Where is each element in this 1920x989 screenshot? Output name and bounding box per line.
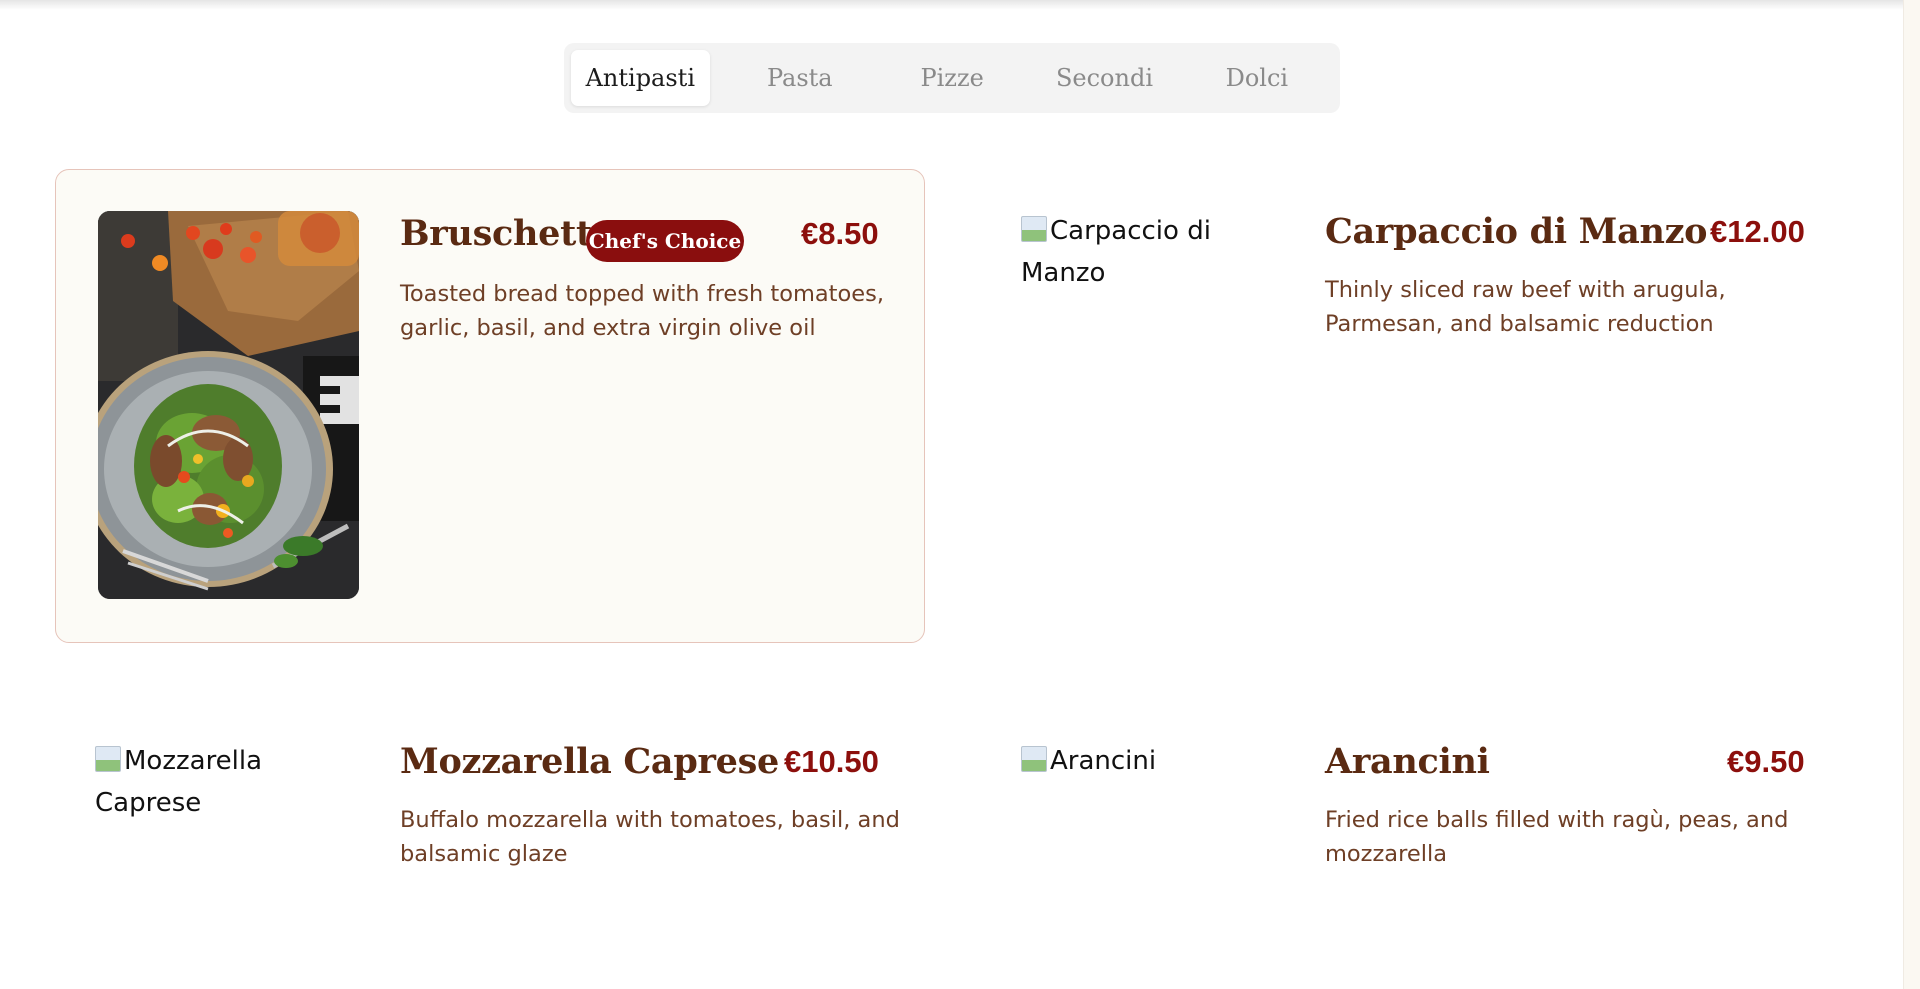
dish-description: Thinly sliced raw beef with arugula, Par… (1325, 277, 1726, 337)
dish-description: Fried rice balls filled with ragù, peas,… (1325, 807, 1789, 867)
tab-pizze[interactable]: Pizze (876, 50, 1028, 106)
dish-name: Arancini (1325, 741, 1490, 782)
tab-dolci[interactable]: Dolci (1181, 50, 1333, 106)
menu-category-tabs: Antipasti Pasta Pizze Secondi Dolci (564, 43, 1340, 113)
chefs-choice-badge: Chef's Choice (586, 220, 744, 262)
dish-name: Bruschetta (400, 213, 615, 254)
dish-description: Buffalo mozzarella with tomatoes, basil,… (400, 807, 900, 867)
dish-price: €8.50 (801, 216, 879, 251)
dish-image-arancini: Arancini (1021, 740, 1241, 782)
dish-photo-bruschetta (98, 211, 359, 599)
broken-image-icon (1021, 746, 1047, 772)
dish-price: €10.50 (784, 744, 879, 779)
tab-secondi[interactable]: Secondi (1028, 50, 1180, 106)
dish-image-caprese: Mozzarella Caprese (95, 746, 263, 818)
scrollbar-track[interactable] (1903, 0, 1920, 989)
dish-name: Mozzarella Caprese (400, 741, 779, 782)
tab-pasta[interactable]: Pasta (724, 50, 876, 106)
header-shadow (0, 0, 1920, 10)
dish-price: €12.00 (1710, 214, 1805, 249)
broken-image-icon (95, 746, 121, 772)
dish-name: Carpaccio di Manzo (1325, 211, 1708, 252)
salad-photo-illustration (98, 211, 359, 599)
tab-antipasti[interactable]: Antipasti (571, 50, 710, 106)
dish-price: €9.50 (1727, 744, 1805, 779)
dish-image-carpaccio: Carpaccio di Manzo (1021, 216, 1211, 288)
broken-image-icon (1021, 216, 1047, 242)
dish-description: Toasted bread topped with fresh tomatoes… (400, 281, 884, 341)
